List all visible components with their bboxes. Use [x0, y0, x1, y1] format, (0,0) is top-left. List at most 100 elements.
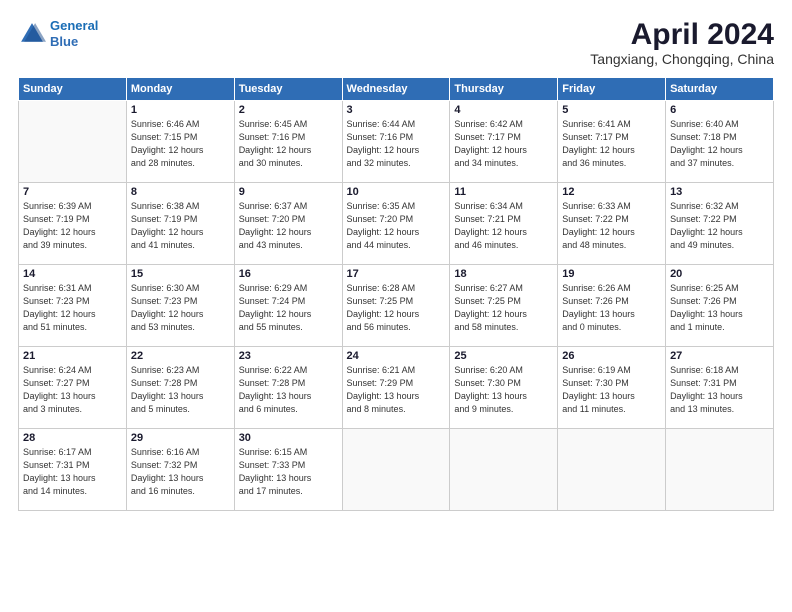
day-info: Sunrise: 6:31 AM Sunset: 7:23 PM Dayligh… — [23, 282, 122, 334]
day-cell: 5 Sunrise: 6:41 AM Sunset: 7:17 PM Daylig… — [558, 101, 666, 183]
day-cell: 23Sunrise: 6:22 AM Sunset: 7:28 PM Dayli… — [234, 347, 342, 429]
day-number: 25 — [454, 350, 553, 362]
day-info: Sunrise: 6:17 AM Sunset: 7:31 PM Dayligh… — [23, 446, 122, 498]
day-number: 28 — [23, 432, 122, 444]
day-number: 8 — [131, 186, 230, 198]
day-number: 10 — [347, 186, 446, 198]
day-cell: 26 Sunrise: 6:19 AM Sunset: 7:30 PM Dayli… — [558, 347, 666, 429]
week-row-1: 7Sunrise: 6:39 AM Sunset: 7:19 PM Daylig… — [19, 183, 774, 265]
day-cell: 7Sunrise: 6:39 AM Sunset: 7:19 PM Daylig… — [19, 183, 127, 265]
day-info: Sunrise: 6:29 AM Sunset: 7:24 PM Dayligh… — [239, 282, 338, 334]
day-cell: 17Sunrise: 6:28 AM Sunset: 7:25 PM Dayli… — [342, 265, 450, 347]
day-number: 22 — [131, 350, 230, 362]
day-info: Sunrise: 6:42 AM Sunset: 7:17 PM Dayligh… — [454, 118, 553, 170]
title-block: April 2024 Tangxiang, Chongqing, China — [590, 18, 774, 67]
day-info: Sunrise: 6:35 AM Sunset: 7:20 PM Dayligh… — [347, 200, 446, 252]
day-info: Sunrise: 6:32 AM Sunset: 7:22 PM Dayligh… — [670, 200, 769, 252]
col-header-monday: Monday — [126, 78, 234, 101]
logo-line1: General — [50, 18, 98, 33]
day-number: 30 — [239, 432, 338, 444]
day-number: 2 — [239, 104, 338, 116]
day-cell: 18 Sunrise: 6:27 AM Sunset: 7:25 PM Dayli… — [450, 265, 558, 347]
day-cell: 8Sunrise: 6:38 AM Sunset: 7:19 PM Daylig… — [126, 183, 234, 265]
col-header-tuesday: Tuesday — [234, 78, 342, 101]
day-number: 7 — [23, 186, 122, 198]
day-cell: 29 Sunrise: 6:16 AM Sunset: 7:32 PM Dayli… — [126, 429, 234, 511]
day-number: 24 — [347, 350, 446, 362]
day-cell: 3 Sunrise: 6:44 AM Sunset: 7:16 PM Daylig… — [342, 101, 450, 183]
day-cell: 11 Sunrise: 6:34 AM Sunset: 7:21 PM Dayli… — [450, 183, 558, 265]
day-cell: 16 Sunrise: 6:29 AM Sunset: 7:24 PM Dayli… — [234, 265, 342, 347]
day-info: Sunrise: 6:23 AM Sunset: 7:28 PM Dayligh… — [131, 364, 230, 416]
day-number: 20 — [670, 268, 769, 280]
day-info: Sunrise: 6:34 AM Sunset: 7:21 PM Dayligh… — [454, 200, 553, 252]
day-info: Sunrise: 6:20 AM Sunset: 7:30 PM Dayligh… — [454, 364, 553, 416]
day-cell — [666, 429, 774, 511]
day-number: 18 — [454, 268, 553, 280]
day-info: Sunrise: 6:45 AM Sunset: 7:16 PM Dayligh… — [239, 118, 338, 170]
day-number: 11 — [454, 186, 553, 198]
location: Tangxiang, Chongqing, China — [590, 51, 774, 67]
day-number: 5 — [562, 104, 661, 116]
col-header-thursday: Thursday — [450, 78, 558, 101]
day-number: 21 — [23, 350, 122, 362]
day-cell: 6Sunrise: 6:40 AM Sunset: 7:18 PM Daylig… — [666, 101, 774, 183]
week-row-4: 28 Sunrise: 6:17 AM Sunset: 7:31 PM Dayli… — [19, 429, 774, 511]
day-cell: 12 Sunrise: 6:33 AM Sunset: 7:22 PM Dayli… — [558, 183, 666, 265]
day-cell: 9Sunrise: 6:37 AM Sunset: 7:20 PM Daylig… — [234, 183, 342, 265]
day-info: Sunrise: 6:25 AM Sunset: 7:26 PM Dayligh… — [670, 282, 769, 334]
day-cell: 20 Sunrise: 6:25 AM Sunset: 7:26 PM Dayli… — [666, 265, 774, 347]
day-number: 29 — [131, 432, 230, 444]
calendar: SundayMondayTuesdayWednesdayThursdayFrid… — [18, 77, 774, 511]
day-number: 27 — [670, 350, 769, 362]
day-cell: 13Sunrise: 6:32 AM Sunset: 7:22 PM Dayli… — [666, 183, 774, 265]
col-header-wednesday: Wednesday — [342, 78, 450, 101]
week-row-2: 14Sunrise: 6:31 AM Sunset: 7:23 PM Dayli… — [19, 265, 774, 347]
day-cell: 22 Sunrise: 6:23 AM Sunset: 7:28 PM Dayli… — [126, 347, 234, 429]
calendar-header-row: SundayMondayTuesdayWednesdayThursdayFrid… — [19, 78, 774, 101]
day-info: Sunrise: 6:37 AM Sunset: 7:20 PM Dayligh… — [239, 200, 338, 252]
day-number: 15 — [131, 268, 230, 280]
day-info: Sunrise: 6:18 AM Sunset: 7:31 PM Dayligh… — [670, 364, 769, 416]
day-cell: 14Sunrise: 6:31 AM Sunset: 7:23 PM Dayli… — [19, 265, 127, 347]
day-cell: 2 Sunrise: 6:45 AM Sunset: 7:16 PM Daylig… — [234, 101, 342, 183]
logo-text: General Blue — [50, 18, 98, 49]
day-info: Sunrise: 6:21 AM Sunset: 7:29 PM Dayligh… — [347, 364, 446, 416]
logo-icon — [18, 20, 46, 48]
day-info: Sunrise: 6:27 AM Sunset: 7:25 PM Dayligh… — [454, 282, 553, 334]
day-number: 26 — [562, 350, 661, 362]
day-cell — [342, 429, 450, 511]
day-info: Sunrise: 6:26 AM Sunset: 7:26 PM Dayligh… — [562, 282, 661, 334]
day-info: Sunrise: 6:41 AM Sunset: 7:17 PM Dayligh… — [562, 118, 661, 170]
day-number: 6 — [670, 104, 769, 116]
day-number: 4 — [454, 104, 553, 116]
header: General Blue April 2024 Tangxiang, Chong… — [18, 18, 774, 67]
day-cell: 1Sunrise: 6:46 AM Sunset: 7:15 PM Daylig… — [126, 101, 234, 183]
day-number: 16 — [239, 268, 338, 280]
day-info: Sunrise: 6:19 AM Sunset: 7:30 PM Dayligh… — [562, 364, 661, 416]
day-cell — [558, 429, 666, 511]
week-row-3: 21 Sunrise: 6:24 AM Sunset: 7:27 PM Dayli… — [19, 347, 774, 429]
day-number: 23 — [239, 350, 338, 362]
day-number: 12 — [562, 186, 661, 198]
day-number: 17 — [347, 268, 446, 280]
day-info: Sunrise: 6:16 AM Sunset: 7:32 PM Dayligh… — [131, 446, 230, 498]
day-info: Sunrise: 6:46 AM Sunset: 7:15 PM Dayligh… — [131, 118, 230, 170]
day-info: Sunrise: 6:44 AM Sunset: 7:16 PM Dayligh… — [347, 118, 446, 170]
col-header-sunday: Sunday — [19, 78, 127, 101]
day-cell: 15Sunrise: 6:30 AM Sunset: 7:23 PM Dayli… — [126, 265, 234, 347]
week-row-0: 1Sunrise: 6:46 AM Sunset: 7:15 PM Daylig… — [19, 101, 774, 183]
day-cell: 30 Sunrise: 6:15 AM Sunset: 7:33 PM Dayli… — [234, 429, 342, 511]
day-info: Sunrise: 6:24 AM Sunset: 7:27 PM Dayligh… — [23, 364, 122, 416]
day-cell: 21 Sunrise: 6:24 AM Sunset: 7:27 PM Dayli… — [19, 347, 127, 429]
day-cell: 24 Sunrise: 6:21 AM Sunset: 7:29 PM Dayli… — [342, 347, 450, 429]
day-cell: 19Sunrise: 6:26 AM Sunset: 7:26 PM Dayli… — [558, 265, 666, 347]
day-info: Sunrise: 6:15 AM Sunset: 7:33 PM Dayligh… — [239, 446, 338, 498]
day-info: Sunrise: 6:33 AM Sunset: 7:22 PM Dayligh… — [562, 200, 661, 252]
day-cell: 10 Sunrise: 6:35 AM Sunset: 7:20 PM Dayli… — [342, 183, 450, 265]
day-cell: 4 Sunrise: 6:42 AM Sunset: 7:17 PM Daylig… — [450, 101, 558, 183]
page: General Blue April 2024 Tangxiang, Chong… — [0, 0, 792, 612]
day-cell — [450, 429, 558, 511]
month-title: April 2024 — [590, 18, 774, 51]
day-number: 3 — [347, 104, 446, 116]
